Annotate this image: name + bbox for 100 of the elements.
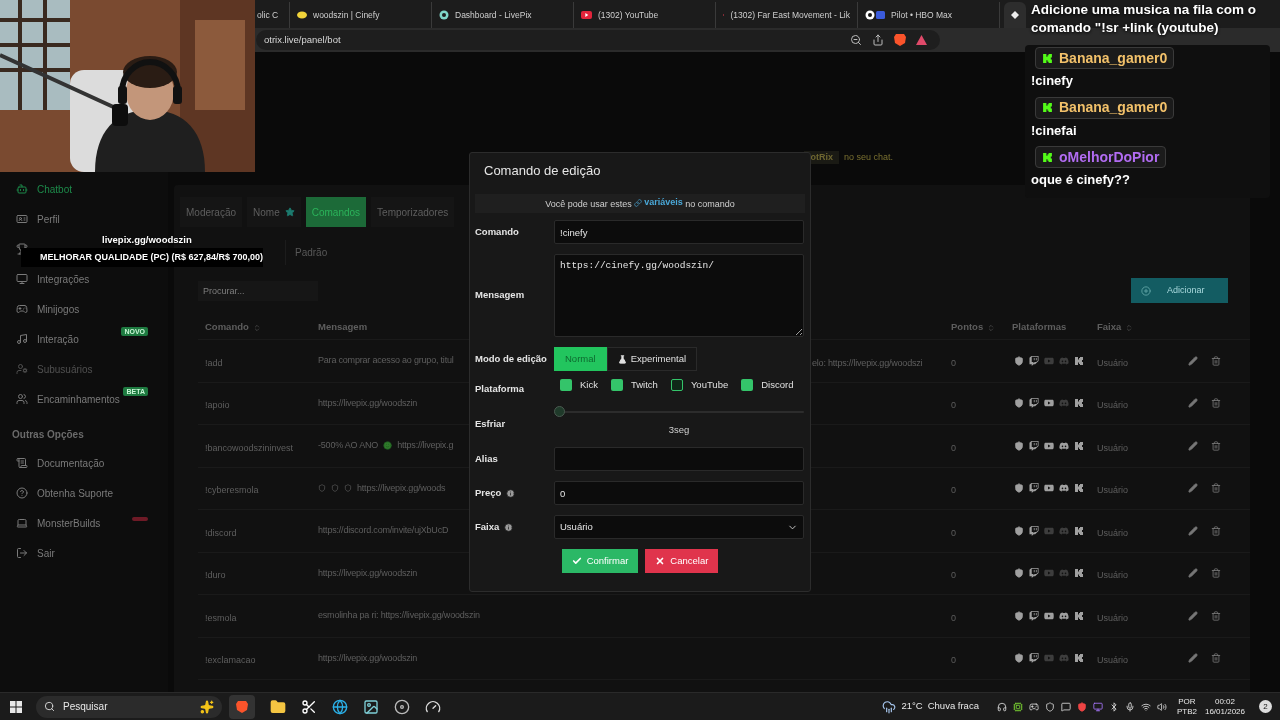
checkbox[interactable] — [560, 379, 572, 391]
robot-icon — [16, 183, 28, 195]
sidebar-item[interactable]: Encaminhamentos — [16, 391, 120, 407]
table-cell: 0 — [951, 357, 956, 368]
shield-icon[interactable] — [1044, 701, 1055, 712]
tab[interactable]: Comandos — [305, 197, 367, 227]
gauge-icon[interactable] — [425, 698, 441, 715]
checkbox[interactable] — [610, 379, 623, 391]
edit-button[interactable] — [1188, 355, 1198, 366]
edit-button[interactable] — [1188, 398, 1198, 409]
scissors-icon[interactable] — [301, 698, 317, 715]
lion-shield-icon[interactable] — [894, 33, 906, 46]
table-cell: !exclamacao — [205, 655, 256, 666]
monitor-icon[interactable] — [1092, 701, 1103, 712]
delete-button[interactable] — [1211, 440, 1221, 451]
bluetooth-icon[interactable] — [1108, 701, 1119, 712]
field-label: Plataforma — [475, 381, 525, 396]
ring-icon — [439, 10, 449, 20]
checkbox-label: YouTube — [690, 377, 729, 392]
help-icon — [16, 487, 28, 499]
sidebar-item[interactable]: Interação — [16, 331, 79, 347]
gamepad-icon[interactable] — [1028, 701, 1039, 712]
variables-link[interactable]: variáveis — [634, 195, 683, 210]
edit-button[interactable] — [1188, 483, 1198, 494]
sidebar-item[interactable]: MonsterBuilds — [16, 515, 101, 531]
text-field[interactable]: !cinefy — [554, 220, 804, 244]
delete-button[interactable] — [1211, 398, 1221, 409]
sidebar-item[interactable]: Minijogos — [16, 301, 80, 317]
slider-thumb[interactable] — [554, 406, 565, 417]
network-icon[interactable] — [1140, 701, 1151, 712]
table-cell: 0 — [951, 570, 956, 581]
column-header[interactable]: Pontos — [951, 320, 996, 335]
sidebar-item[interactable]: Perfil — [16, 211, 60, 227]
tab[interactable]: Moderação — [180, 197, 243, 227]
select-field[interactable]: Usuário — [554, 515, 804, 539]
sidebar-item[interactable]: Chatbot — [16, 181, 73, 197]
pencil-icon — [1188, 568, 1198, 579]
delete-button[interactable] — [1211, 653, 1221, 664]
message-field[interactable]: https://cinefy.gg/woodszin/ — [554, 254, 804, 337]
chip-icon[interactable] — [1012, 701, 1023, 712]
edit-button[interactable] — [1188, 610, 1198, 621]
delete-button[interactable] — [1211, 525, 1221, 536]
tab[interactable]: Temporizadores — [371, 197, 455, 227]
globe-icon[interactable] — [332, 698, 348, 715]
users-icon — [16, 393, 28, 405]
clock-time[interactable]: 00:02 — [1214, 696, 1235, 707]
edit-button[interactable] — [1188, 525, 1198, 536]
section-title: Outras Opções — [11, 428, 85, 442]
chat-icon[interactable] — [1060, 701, 1071, 712]
username: Banana_gamer0 — [1059, 48, 1168, 68]
mode-tab[interactable]: Normal — [554, 347, 607, 371]
checkbox[interactable] — [741, 379, 754, 391]
image-icon[interactable] — [363, 698, 379, 715]
slider[interactable] — [554, 406, 804, 415]
sidebar-item[interactable]: Integrações — [16, 271, 90, 287]
sidebar-item[interactable]: Documentação — [16, 455, 105, 471]
taskbar-app[interactable] — [229, 694, 255, 719]
add-button[interactable]: Adicionar — [1131, 278, 1228, 303]
share-icon[interactable] — [872, 33, 884, 46]
checkbox[interactable] — [670, 379, 683, 391]
flask-icon — [617, 354, 627, 364]
text-field[interactable] — [554, 447, 804, 471]
delete-button[interactable] — [1211, 610, 1221, 621]
delete-button[interactable] — [1211, 355, 1221, 366]
shield-icon[interactable] — [1076, 701, 1087, 712]
field-label: Modo de edição — [475, 351, 547, 366]
browser-tab[interactable] — [1004, 2, 1026, 28]
delete-button[interactable] — [1211, 483, 1221, 494]
edit-button[interactable] — [1188, 568, 1198, 579]
tab[interactable]: Padrão — [285, 240, 337, 265]
zoom-out-icon[interactable] — [850, 33, 862, 46]
tab[interactable]: Nome — [247, 197, 301, 227]
notification-count[interactable]: 2 — [1259, 700, 1272, 713]
headphones-icon[interactable] — [996, 701, 1007, 712]
confirm-button[interactable]: Confirmar — [561, 549, 639, 573]
triangle-icon[interactable] — [916, 34, 927, 45]
column-header[interactable]: Comando — [205, 320, 261, 335]
edit-button[interactable] — [1188, 653, 1198, 664]
taskbar-search[interactable]: Pesquisar — [36, 695, 222, 718]
folder-icon[interactable] — [270, 698, 286, 715]
pencil-icon — [1188, 355, 1198, 366]
clock-date[interactable]: 16/01/2026 — [1204, 706, 1245, 717]
edit-button[interactable] — [1188, 440, 1198, 451]
language-label[interactable]: POR — [1178, 696, 1196, 707]
keyboard-layout-label[interactable]: PTB2 — [1176, 706, 1197, 717]
microphone-icon[interactable] — [1124, 701, 1135, 712]
column-header[interactable]: Faixa — [1097, 320, 1134, 335]
text-field[interactable]: 0 — [554, 481, 804, 505]
delete-button[interactable] — [1211, 568, 1221, 579]
volume-icon[interactable] — [1156, 701, 1167, 712]
disc-icon[interactable] — [394, 698, 410, 715]
address-bar[interactable]: otrix.live/panel/bot — [256, 30, 940, 50]
mode-tab[interactable]: Experimental — [606, 347, 698, 371]
cancel-button[interactable]: Cancelar — [645, 549, 719, 573]
search-field[interactable]: Procurar... — [198, 280, 318, 301]
k-logo-icon — [1042, 151, 1053, 163]
sidebar-item[interactable]: Obtenha Suporte — [16, 485, 114, 501]
start-button[interactable] — [10, 700, 22, 713]
sidebar-item[interactable]: Sair — [16, 545, 55, 561]
monitor-icon — [16, 273, 28, 285]
